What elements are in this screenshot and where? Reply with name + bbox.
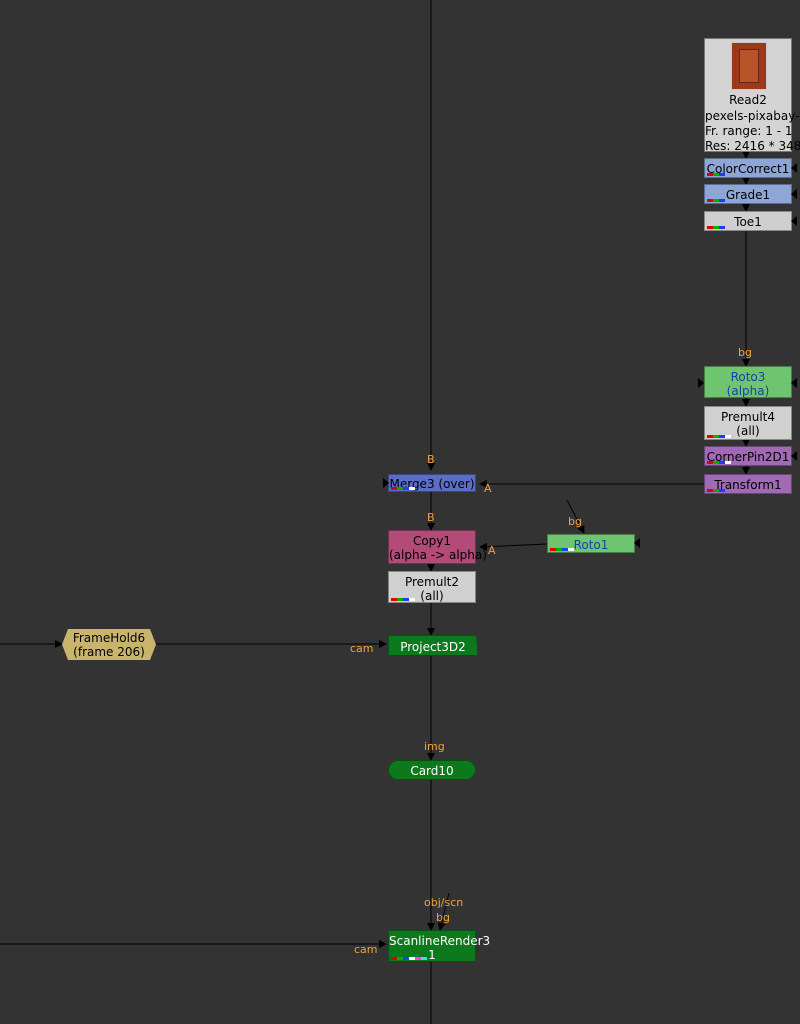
read2-resolution: Res: 2416 * 348 (705, 139, 800, 153)
roto1-bg-port: bg (568, 515, 582, 528)
channel-indicator (707, 199, 725, 202)
framehold6-sub: (frame 206) (73, 645, 145, 659)
grade1-node[interactable]: Grade1 (704, 184, 792, 204)
channel-indicator (550, 548, 574, 551)
project3d2-node[interactable]: Project3D2 (388, 635, 478, 656)
roto3-node[interactable]: Roto3 (alpha) (704, 366, 792, 398)
channel-indicator (391, 598, 415, 601)
copy1-sub: (alpha -> alpha) (389, 548, 487, 562)
channel-indicator (391, 487, 415, 490)
image-thumbnail-icon (731, 42, 767, 90)
scanline-bg-port: bg (436, 911, 450, 924)
merge3-node[interactable]: Merge3 (over) (388, 474, 476, 492)
transform1-node[interactable]: Transform1 (704, 474, 792, 494)
card10-node[interactable]: Card10 (388, 760, 476, 780)
toe1-node[interactable]: Toe1 (704, 211, 792, 231)
framehold6-node[interactable]: FrameHold6 (frame 206) (62, 629, 156, 660)
roto3-label: Roto3 (730, 370, 766, 384)
roto3-bg-port: bg (738, 346, 752, 359)
read2-label: Read2 (729, 93, 767, 107)
copy1-b-port: B (427, 511, 435, 524)
read2-node[interactable]: Read2 pexels-pixabay-27758 Fr. range: 1 … (704, 38, 800, 153)
scanlinerender3-node[interactable]: ScanlineRender3 1 (388, 930, 491, 962)
read2-frame-range: Fr. range: 1 - 1 (705, 124, 793, 138)
merge3-b-port: B (427, 453, 435, 466)
node-graph-wires (0, 0, 750, 1024)
scanlinerender3-label: ScanlineRender3 (389, 934, 491, 948)
premult4-node[interactable]: Premult4 (all) (704, 406, 792, 440)
mask-input-arrow[interactable] (791, 216, 797, 226)
mask-input-arrow[interactable] (791, 189, 797, 199)
mask-input-arrow[interactable] (383, 478, 389, 488)
scanline-cam-port: cam (354, 943, 378, 956)
channel-indicator (707, 173, 725, 176)
card10-img-port: img (424, 740, 445, 753)
roto3-sub: (alpha) (726, 384, 770, 398)
cornerpin2d1-node[interactable]: CornerPin2D1 (704, 446, 792, 466)
scanline-objscn-port: obj/scn (424, 896, 464, 909)
merge3-a-port: A (484, 482, 492, 495)
copy1-label: Copy1 (412, 534, 452, 548)
copy1-node[interactable]: Copy1 (alpha -> alpha) (388, 530, 487, 564)
framehold6-label: FrameHold6 (72, 631, 146, 645)
mask-input-arrow[interactable] (791, 378, 797, 388)
channel-indicator (391, 957, 427, 960)
channel-indicator (707, 489, 725, 492)
channel-indicator (707, 226, 725, 229)
mask-input-arrow[interactable] (791, 163, 797, 173)
project3d2-label: Project3D2 (400, 640, 466, 654)
colorcorrect1-node[interactable]: ColorCorrect1 (704, 158, 792, 178)
premult4-label: Premult4 (720, 410, 776, 424)
read2-file: pexels-pixabay-27758 (705, 109, 800, 123)
channel-indicator (707, 461, 731, 464)
channel-indicator (707, 435, 731, 438)
card10-label: Card10 (410, 764, 454, 778)
copy1-a-port: A (488, 544, 496, 557)
mask-input-arrow[interactable] (698, 378, 704, 388)
mask-input-arrow[interactable] (634, 538, 640, 548)
premult2-label: Premult2 (404, 575, 460, 589)
roto1-node[interactable]: Roto1 (547, 534, 635, 553)
premult2-node[interactable]: Premult2 (all) (388, 571, 476, 603)
mask-input-arrow[interactable] (791, 451, 797, 461)
project3d2-cam-port: cam (350, 642, 374, 655)
